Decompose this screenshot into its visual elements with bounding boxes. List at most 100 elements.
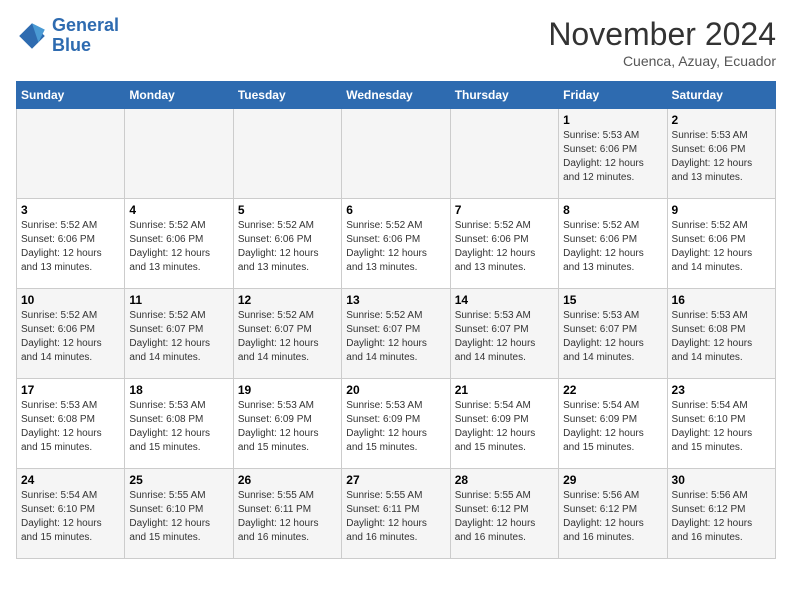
calendar-body: 1 Sunrise: 5:53 AMSunset: 6:06 PMDaylight… <box>17 109 776 559</box>
day-number: 2 <box>672 113 771 127</box>
calendar-cell: 29Sunrise: 5:56 AMSunset: 6:12 PMDayligh… <box>559 469 667 559</box>
page-header: General Blue November 2024 Cuenca, Azuay… <box>16 16 776 69</box>
day-number: 16 <box>672 293 771 307</box>
calendar-table: SundayMondayTuesdayWednesdayThursdayFrid… <box>16 81 776 559</box>
day-number: 10 <box>21 293 120 307</box>
calendar-cell: 23 Sunrise: 5:54 AMSunset: 6:10 PMDayligh… <box>667 379 775 469</box>
calendar-cell: 27Sunrise: 5:55 AMSunset: 6:11 PMDayligh… <box>342 469 450 559</box>
day-number: 23 <box>672 383 771 397</box>
calendar-cell <box>450 109 558 199</box>
calendar-cell: 17 Sunrise: 5:53 AMSunset: 6:08 PMDayligh… <box>17 379 125 469</box>
day-number: 6 <box>346 203 445 217</box>
dow-header: Wednesday <box>342 82 450 109</box>
calendar-cell: 16Sunrise: 5:53 AMSunset: 6:08 PMDayligh… <box>667 289 775 379</box>
calendar-cell: 5 Sunrise: 5:52 AMSunset: 6:06 PMDaylight… <box>233 199 341 289</box>
calendar-cell: 22Sunrise: 5:54 AMSunset: 6:09 PMDayligh… <box>559 379 667 469</box>
day-number: 19 <box>238 383 337 397</box>
day-number: 14 <box>455 293 554 307</box>
title-block: November 2024 Cuenca, Azuay, Ecuador <box>548 16 776 69</box>
day-info: Sunrise: 5:55 AMSunset: 6:10 PMDaylight:… <box>129 489 228 545</box>
day-info: Sunrise: 5:52 AMSunset: 6:06 PMDaylight:… <box>563 219 662 275</box>
day-info: Sunrise: 5:52 AMSunset: 6:06 PMDaylight:… <box>21 219 120 275</box>
dow-header: Monday <box>125 82 233 109</box>
day-number: 26 <box>238 473 337 487</box>
day-number: 28 <box>455 473 554 487</box>
calendar-cell: 25 Sunrise: 5:55 AMSunset: 6:10 PMDayligh… <box>125 469 233 559</box>
calendar-cell: 20 Sunrise: 5:53 AMSunset: 6:09 PMDayligh… <box>342 379 450 469</box>
dow-header: Saturday <box>667 82 775 109</box>
day-number: 30 <box>672 473 771 487</box>
calendar-cell: 26 Sunrise: 5:55 AMSunset: 6:11 PMDayligh… <box>233 469 341 559</box>
calendar-cell: 15Sunrise: 5:53 AMSunset: 6:07 PMDayligh… <box>559 289 667 379</box>
calendar-cell: 10Sunrise: 5:52 AMSunset: 6:06 PMDayligh… <box>17 289 125 379</box>
day-number: 18 <box>129 383 228 397</box>
dow-header: Tuesday <box>233 82 341 109</box>
calendar-week-row: 1 Sunrise: 5:53 AMSunset: 6:06 PMDaylight… <box>17 109 776 199</box>
day-info: Sunrise: 5:53 AMSunset: 6:08 PMDaylight:… <box>21 399 120 455</box>
day-info: Sunrise: 5:54 AMSunset: 6:09 PMDaylight:… <box>455 399 554 455</box>
calendar-cell <box>125 109 233 199</box>
calendar-cell <box>342 109 450 199</box>
logo-text: General Blue <box>52 16 119 56</box>
day-info: Sunrise: 5:53 AMSunset: 6:06 PMDaylight:… <box>672 129 771 185</box>
calendar-cell: 2 Sunrise: 5:53 AMSunset: 6:06 PMDaylight… <box>667 109 775 199</box>
day-info: Sunrise: 5:52 AMSunset: 6:06 PMDaylight:… <box>238 219 337 275</box>
day-info: Sunrise: 5:54 AMSunset: 6:10 PMDaylight:… <box>672 399 771 455</box>
day-info: Sunrise: 5:56 AMSunset: 6:12 PMDaylight:… <box>563 489 662 545</box>
calendar-cell <box>233 109 341 199</box>
day-number: 17 <box>21 383 120 397</box>
day-number: 13 <box>346 293 445 307</box>
day-info: Sunrise: 5:56 AMSunset: 6:12 PMDaylight:… <box>672 489 771 545</box>
day-info: Sunrise: 5:53 AMSunset: 6:08 PMDaylight:… <box>129 399 228 455</box>
location: Cuenca, Azuay, Ecuador <box>548 53 776 69</box>
day-info: Sunrise: 5:52 AMSunset: 6:06 PMDaylight:… <box>346 219 445 275</box>
day-info: Sunrise: 5:52 AMSunset: 6:06 PMDaylight:… <box>672 219 771 275</box>
day-info: Sunrise: 5:53 AMSunset: 6:06 PMDaylight:… <box>563 129 662 185</box>
day-number: 11 <box>129 293 228 307</box>
day-info: Sunrise: 5:53 AMSunset: 6:07 PMDaylight:… <box>563 309 662 365</box>
day-info: Sunrise: 5:54 AMSunset: 6:10 PMDaylight:… <box>21 489 120 545</box>
day-number: 21 <box>455 383 554 397</box>
day-number: 25 <box>129 473 228 487</box>
calendar-cell: 30 Sunrise: 5:56 AMSunset: 6:12 PMDayligh… <box>667 469 775 559</box>
calendar-cell: 1 Sunrise: 5:53 AMSunset: 6:06 PMDaylight… <box>559 109 667 199</box>
dow-header: Friday <box>559 82 667 109</box>
day-info: Sunrise: 5:55 AMSunset: 6:12 PMDaylight:… <box>455 489 554 545</box>
day-number: 24 <box>21 473 120 487</box>
day-number: 5 <box>238 203 337 217</box>
day-number: 20 <box>346 383 445 397</box>
day-number: 27 <box>346 473 445 487</box>
calendar-cell: 28 Sunrise: 5:55 AMSunset: 6:12 PMDayligh… <box>450 469 558 559</box>
day-info: Sunrise: 5:52 AMSunset: 6:06 PMDaylight:… <box>455 219 554 275</box>
day-info: Sunrise: 5:54 AMSunset: 6:09 PMDaylight:… <box>563 399 662 455</box>
dow-header: Thursday <box>450 82 558 109</box>
day-info: Sunrise: 5:55 AMSunset: 6:11 PMDaylight:… <box>238 489 337 545</box>
calendar-cell: 6 Sunrise: 5:52 AMSunset: 6:06 PMDaylight… <box>342 199 450 289</box>
calendar-cell: 11 Sunrise: 5:52 AMSunset: 6:07 PMDayligh… <box>125 289 233 379</box>
month-title: November 2024 <box>548 16 776 53</box>
dow-header: Sunday <box>17 82 125 109</box>
day-info: Sunrise: 5:52 AMSunset: 6:07 PMDaylight:… <box>238 309 337 365</box>
day-of-week-row: SundayMondayTuesdayWednesdayThursdayFrid… <box>17 82 776 109</box>
calendar-cell: 14 Sunrise: 5:53 AMSunset: 6:07 PMDayligh… <box>450 289 558 379</box>
calendar-cell: 18 Sunrise: 5:53 AMSunset: 6:08 PMDayligh… <box>125 379 233 469</box>
day-info: Sunrise: 5:53 AMSunset: 6:07 PMDaylight:… <box>455 309 554 365</box>
day-number: 8 <box>563 203 662 217</box>
day-info: Sunrise: 5:52 AMSunset: 6:06 PMDaylight:… <box>129 219 228 275</box>
calendar-cell: 7 Sunrise: 5:52 AMSunset: 6:06 PMDaylight… <box>450 199 558 289</box>
logo: General Blue <box>16 16 119 56</box>
calendar-cell: 9Sunrise: 5:52 AMSunset: 6:06 PMDaylight… <box>667 199 775 289</box>
calendar-cell: 24 Sunrise: 5:54 AMSunset: 6:10 PMDayligh… <box>17 469 125 559</box>
calendar-week-row: 10Sunrise: 5:52 AMSunset: 6:06 PMDayligh… <box>17 289 776 379</box>
calendar-cell: 8 Sunrise: 5:52 AMSunset: 6:06 PMDaylight… <box>559 199 667 289</box>
calendar-week-row: 3Sunrise: 5:52 AMSunset: 6:06 PMDaylight… <box>17 199 776 289</box>
day-info: Sunrise: 5:53 AMSunset: 6:09 PMDaylight:… <box>238 399 337 455</box>
day-info: Sunrise: 5:52 AMSunset: 6:07 PMDaylight:… <box>129 309 228 365</box>
day-info: Sunrise: 5:53 AMSunset: 6:09 PMDaylight:… <box>346 399 445 455</box>
day-number: 1 <box>563 113 662 127</box>
calendar-cell: 19 Sunrise: 5:53 AMSunset: 6:09 PMDayligh… <box>233 379 341 469</box>
day-number: 4 <box>129 203 228 217</box>
logo-line1: General <box>52 15 119 35</box>
calendar-cell: 4 Sunrise: 5:52 AMSunset: 6:06 PMDaylight… <box>125 199 233 289</box>
day-number: 7 <box>455 203 554 217</box>
